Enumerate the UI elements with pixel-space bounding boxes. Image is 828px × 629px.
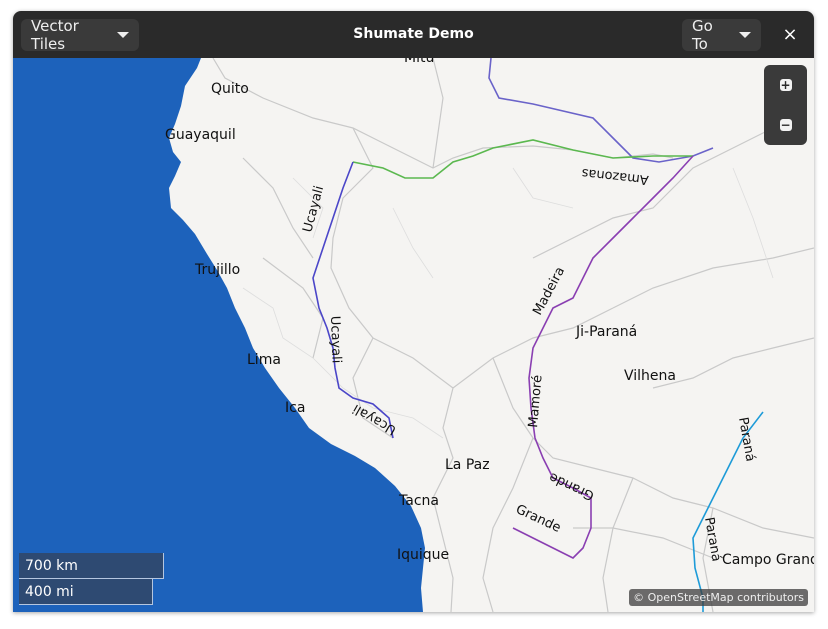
city-label-lima: Lima (247, 352, 281, 368)
city-label-mitu: Mitú (404, 58, 434, 66)
river-label-ucayali-2: Ucayali (327, 316, 344, 364)
city-label-tacna: Tacna (398, 493, 439, 509)
plus-icon: + (779, 78, 792, 92)
scale-bar-mi: 400 mi (19, 579, 153, 605)
map-style-dropdown[interactable]: Vector Tiles (21, 17, 139, 53)
city-label-ica: Ica (285, 400, 305, 416)
city-label-campo-grande: Campo Grand (722, 552, 814, 568)
map-attribution[interactable]: © OpenStreetMap contributors (629, 589, 808, 606)
chevron-down-icon (117, 32, 129, 38)
map-view[interactable]: Mitú Quito Guayaquil Trujillo Lima Ica L… (13, 58, 814, 612)
map-style-label: Vector Tiles (31, 17, 79, 53)
header-bar: Vector Tiles Shumate Demo Go To × (13, 11, 814, 58)
city-label-la-paz: La Paz (445, 457, 490, 473)
city-label-trujillo: Trujillo (194, 262, 240, 278)
city-label-guayaquil: Guayaquil (165, 127, 236, 143)
app-window: Vector Tiles Shumate Demo Go To × Mitú Q… (13, 11, 814, 612)
map-canvas: Mitú Quito Guayaquil Trujillo Lima Ica L… (13, 58, 814, 612)
scale-bar-km: 700 km (19, 553, 164, 579)
city-label-iquique: Iquique (397, 547, 449, 563)
chevron-down-icon (739, 32, 751, 38)
minus-icon: − (779, 118, 792, 132)
goto-dropdown[interactable]: Go To (682, 17, 761, 53)
goto-label: Go To (692, 17, 713, 53)
city-label-ji-parana: Ji-Paraná (575, 324, 637, 340)
city-label-vilhena: Vilhena (624, 368, 676, 384)
zoom-in-button[interactable]: + (764, 65, 807, 105)
close-icon: × (782, 24, 798, 45)
city-label-quito: Quito (211, 81, 249, 97)
zoom-controls: + − (764, 65, 807, 145)
zoom-out-button[interactable]: − (764, 105, 807, 145)
close-button[interactable]: × (770, 19, 810, 51)
